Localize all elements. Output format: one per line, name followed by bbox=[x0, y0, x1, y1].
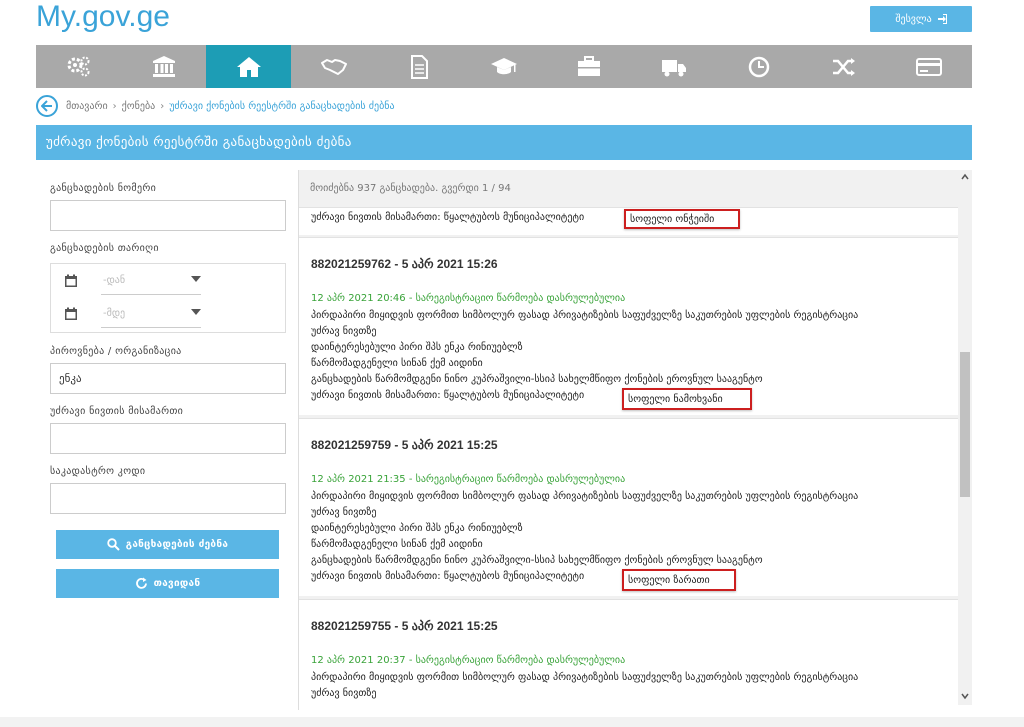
address-label: უძრავი ნივთის მისამართი bbox=[50, 406, 184, 417]
app-number-input[interactable] bbox=[50, 200, 286, 231]
application-title[interactable]: 882021259755 - 5 აპრ 2021 15:25 bbox=[311, 619, 498, 633]
breadcrumb: მთავარი › ქონება › უძრავი ქონების რეესტრ… bbox=[36, 94, 395, 118]
login-button[interactable]: შესვლა bbox=[870, 6, 972, 32]
app-number-label: განცხადების ნომერი bbox=[50, 183, 157, 194]
nav-item-history[interactable] bbox=[717, 45, 802, 88]
interested-party-text: დაინტერესებული პირი შპს ენკა რინიუებლზ bbox=[311, 523, 523, 534]
breadcrumb-property[interactable]: ქონება bbox=[122, 101, 156, 112]
gears-icon bbox=[67, 56, 90, 76]
chevron-down-icon[interactable] bbox=[191, 276, 201, 282]
scroll-down-icon[interactable] bbox=[961, 692, 969, 700]
nav-item-home[interactable] bbox=[206, 45, 292, 88]
date-to-placeholder[interactable]: -მდე bbox=[103, 308, 125, 319]
results-summary: მოიძებნა 937 განცხადება. გვერდი 1 / 94 bbox=[310, 183, 511, 194]
breadcrumb-separator: › bbox=[160, 100, 165, 112]
page-title: უძრავი ქონების რეესტრში განაცხადების ძებ… bbox=[36, 125, 972, 160]
list-item[interactable]: 882021259762 - 5 აპრ 2021 15:26 12 აპრ 2… bbox=[299, 237, 958, 415]
sign-in-icon bbox=[937, 14, 947, 24]
application-title[interactable]: 882021259762 - 5 აპრ 2021 15:26 bbox=[311, 257, 498, 271]
scroll-up-icon[interactable] bbox=[961, 173, 969, 181]
list-item[interactable]: 882021259755 - 5 აპრ 2021 15:25 12 აპრ 2… bbox=[299, 599, 958, 705]
nav-item-services[interactable] bbox=[36, 45, 121, 88]
nav-item-random[interactable] bbox=[802, 45, 887, 88]
application-title[interactable]: 882021259759 - 5 აპრ 2021 15:25 bbox=[311, 438, 498, 452]
search-button[interactable]: განცხადების ძებნა bbox=[56, 530, 279, 559]
status-text: 12 აპრ 2021 20:46 - სარეგისტრაციო წარმოე… bbox=[311, 293, 626, 304]
breadcrumb-current: უძრავი ქონების რეესტრში განაცხადების ძებ… bbox=[169, 100, 395, 112]
status-text: 12 აპრ 2021 20:37 - სარეგისტრაციო წარმოე… bbox=[311, 655, 626, 666]
description-text: პირდაპირი მიყიდვის ფორმით სიმბოლურ ფასად… bbox=[311, 310, 859, 321]
cadastral-label: საკადასტრო კოდი bbox=[50, 466, 146, 477]
reset-button[interactable]: თავიდან bbox=[56, 569, 279, 598]
date-to-underline bbox=[101, 327, 201, 328]
applicant-text: განცხადების წარმომდგენი ნინო კუპრაშვილი-… bbox=[311, 555, 763, 566]
app-date-label: განცხადების თარიღი bbox=[50, 243, 159, 254]
search-button-label: განცხადების ძებნა bbox=[125, 539, 229, 550]
date-from-row[interactable]: -დან bbox=[51, 266, 287, 298]
nav-item-payments[interactable] bbox=[887, 45, 972, 88]
breadcrumb-separator: › bbox=[112, 100, 117, 112]
nav-item-education[interactable] bbox=[461, 45, 546, 88]
representative-text: წარმომადგენელი სინან ქემ აიდინი bbox=[311, 358, 483, 369]
scrollbar-thumb[interactable] bbox=[960, 352, 970, 497]
date-from-placeholder[interactable]: -დან bbox=[103, 275, 125, 286]
list-item[interactable]: 882021259759 - 5 აპრ 2021 15:25 12 აპრ 2… bbox=[299, 418, 958, 596]
description-text: პირდაპირი მიყიდვის ფორმით სიმბოლურ ფასად… bbox=[311, 672, 859, 683]
highlighted-village: სოფელი ონჭეიში bbox=[624, 209, 740, 229]
calendar-icon[interactable] bbox=[64, 274, 78, 288]
filter-sidebar: განცხადების ნომერი განცხადების თარიღი -დ… bbox=[36, 170, 299, 710]
representative-text: წარმომადგენელი სინან ქემ აიდინი bbox=[311, 539, 483, 550]
calendar-icon[interactable] bbox=[64, 307, 78, 321]
briefcase-icon bbox=[578, 55, 601, 76]
handshake-icon bbox=[320, 58, 347, 75]
highlighted-village: სოფელი ზარათი bbox=[622, 569, 736, 591]
back-button[interactable] bbox=[36, 95, 58, 117]
date-range-box: -დან -მდე bbox=[50, 263, 286, 333]
nav-item-business[interactable] bbox=[547, 45, 632, 88]
person-label: პიროვნება / ორგანიზაცია bbox=[50, 346, 182, 357]
address-text: უძრავი ნივთის მისამართი: წყალტუბოს მუნიც… bbox=[311, 212, 585, 223]
main-nav bbox=[36, 45, 972, 88]
arrow-left-icon bbox=[41, 100, 52, 112]
breadcrumb-home[interactable]: მთავარი bbox=[66, 101, 108, 112]
credit-card-icon bbox=[916, 57, 943, 76]
person-input[interactable]: ენკა bbox=[50, 363, 286, 394]
address-input[interactable] bbox=[50, 423, 286, 454]
search-icon bbox=[107, 538, 120, 551]
bank-icon bbox=[152, 55, 175, 77]
description-text: პირდაპირი მიყიდვის ფორმით სიმბოლურ ფასად… bbox=[311, 491, 859, 502]
cadastral-input[interactable] bbox=[50, 483, 286, 514]
list-item[interactable]: უძრავი ნივთის მისამართი: წყალტუბოს მუნიც… bbox=[299, 207, 958, 235]
interested-party-text: დაინტერესებული პირი შპს ენკა რინიუებლზ bbox=[311, 342, 523, 353]
nav-item-documents[interactable] bbox=[376, 45, 461, 88]
clock-icon bbox=[749, 56, 770, 77]
description-text: უძრავ ნივთზე bbox=[311, 507, 377, 518]
results-panel: მოიძებნა 937 განცხადება. გვერდი 1 / 94 უ… bbox=[299, 170, 958, 705]
date-to-row[interactable]: -მდე bbox=[51, 299, 287, 331]
reset-button-label: თავიდან bbox=[153, 578, 201, 589]
nav-item-bank[interactable] bbox=[121, 45, 206, 88]
status-text: 12 აპრ 2021 21:35 - სარეგისტრაციო წარმოე… bbox=[311, 474, 626, 485]
login-label: შესვლა bbox=[895, 13, 932, 25]
description-text: უძრავ ნივთზე bbox=[311, 688, 377, 699]
home-icon bbox=[236, 56, 261, 77]
truck-icon bbox=[662, 59, 687, 76]
highlighted-village: სოფელი ნამოხვანი bbox=[622, 388, 752, 410]
page-bottom-strip bbox=[0, 717, 1024, 727]
site-logo[interactable]: My.gov.ge bbox=[36, 0, 170, 34]
refresh-icon bbox=[135, 577, 147, 589]
results-scrollbar[interactable] bbox=[958, 170, 972, 705]
nav-item-partnership[interactable] bbox=[291, 45, 376, 88]
date-from-underline bbox=[101, 294, 201, 295]
nav-item-transport[interactable] bbox=[632, 45, 717, 88]
address-text: უძრავი ნივთის მისამართი: წყალტუბოს მუნიც… bbox=[311, 571, 585, 582]
address-text: უძრავი ნივთის მისამართი: წყალტუბოს მუნიც… bbox=[311, 390, 585, 401]
document-icon bbox=[410, 54, 428, 79]
shuffle-icon bbox=[833, 57, 856, 76]
applicant-text: განცხადების წარმომდგენი ნინო კუპრაშვილი-… bbox=[311, 374, 763, 385]
description-text: უძრავ ნივთზე bbox=[311, 326, 377, 337]
chevron-down-icon[interactable] bbox=[191, 309, 201, 315]
graduation-cap-icon bbox=[491, 57, 518, 74]
